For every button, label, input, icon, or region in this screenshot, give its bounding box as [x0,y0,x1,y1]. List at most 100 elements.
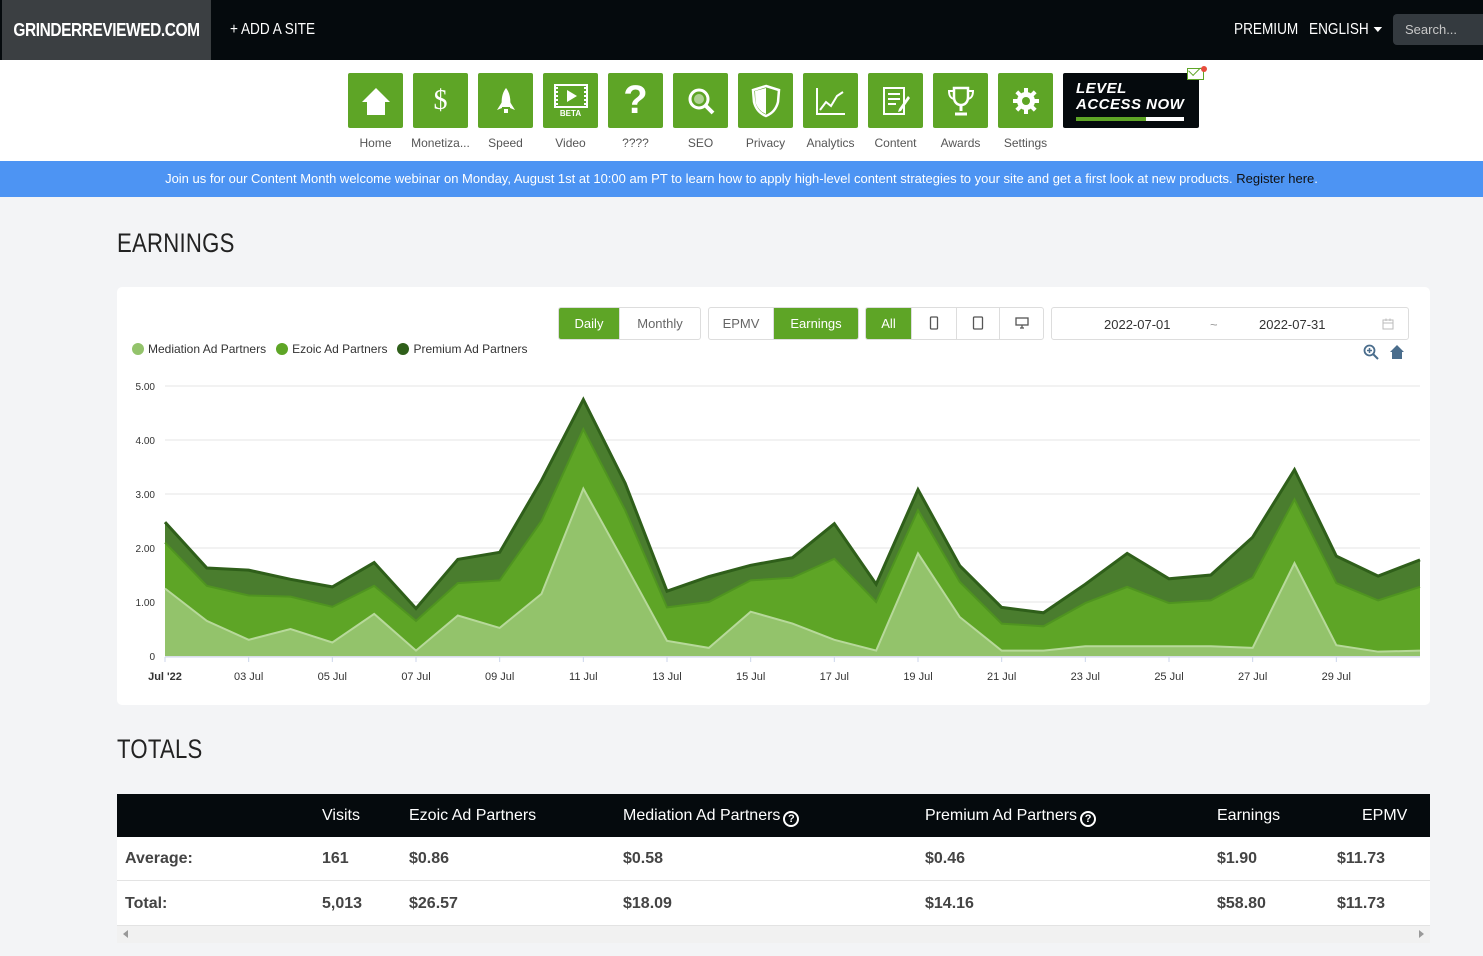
announcement-banner: Join us for our Content Month welcome we… [0,161,1483,197]
totals-header: Visits Ezoic Ad Partners Mediation Ad Pa… [117,794,1430,837]
level-line-2: ACCESS NOW [1076,96,1185,113]
header-ezoic: Ezoic Ad Partners [409,807,537,824]
table-row: Total: 5,013 $26.57 $18.09 $14.16 $58.80… [117,882,1430,926]
nav-label: Awards [940,136,981,150]
cell-mediation: $18.09 [623,895,672,912]
nav-label: Privacy [745,136,786,150]
notification-dot [1201,66,1207,72]
line-chart-icon [803,73,858,128]
scroll-left-icon[interactable] [123,930,128,938]
x-tick-label: 25 Jul [1154,671,1183,683]
x-tick-label: 13 Jul [652,671,681,683]
y-tick-label: 1.00 [136,598,156,609]
x-tick-label: 03 Jul [234,671,263,683]
nav-label: Settings [1003,136,1048,150]
row-label: Total: [125,895,168,912]
nav-label: ???? [622,136,649,150]
nav-label: Analytics [806,136,855,150]
earnings-title: EARNINGS [117,228,235,258]
help-icon[interactable]: ? [1080,811,1097,827]
nav-label: Content [874,136,917,150]
nav-privacy[interactable]: Privacy [733,73,798,150]
x-tick-label: 17 Jul [820,671,849,683]
x-tick-label: 29 Jul [1322,671,1351,683]
header-mediation: Mediation Ad Partners? [623,794,800,837]
trophy-icon [933,73,988,128]
y-tick-label: 2.00 [136,544,156,555]
x-tick-label: 23 Jul [1071,671,1100,683]
icon-nav: Home $ Monetiza... Speed BETA Video ? ??… [0,60,1483,161]
nav-monetization[interactable]: $ Monetiza... [408,73,473,150]
header-mediation-label: Mediation Ad Partners [623,807,781,824]
nav-awards[interactable]: Awards [928,73,993,150]
nav-label: SEO [687,136,714,150]
area-ezoic[interactable] [165,429,1420,656]
help-icon[interactable]: ? [783,811,800,827]
nav-analytics[interactable]: Analytics [798,73,863,150]
level-progress-bar [1076,117,1184,121]
add-site-link[interactable]: + ADD A SITE [230,0,315,60]
level-access-text: LEVEL ACCESS NOW [1076,81,1184,113]
x-tick-label: 11 Jul [569,671,598,683]
scroll-right-icon[interactable] [1419,930,1424,938]
x-tick-label: 27 Jul [1238,671,1267,683]
cell-ezoic: $0.86 [409,850,450,867]
beta-badge: BETA [559,108,582,118]
cell-visits: 161 [322,850,349,867]
header-premium: Premium Ad Partners? [925,794,1097,837]
level-access-button[interactable]: LEVEL ACCESS NOW [1063,73,1199,128]
site-brand[interactable]: GRINDERREVIEWED.COM [2,0,211,60]
x-tick-label: Jul '22 [148,671,182,683]
cell-epmv: $11.73 [1337,850,1386,867]
y-tick-label: 5.00 [136,382,156,393]
x-tick-label: 09 Jul [485,671,514,683]
language-dropdown[interactable]: ENGLISH [1309,0,1383,60]
nav-home[interactable]: Home [343,73,408,150]
shield-icon [738,73,793,128]
header-premium-label: Premium Ad Partners [925,807,1078,824]
home-icon [348,73,403,128]
level-progress-fill [1076,117,1147,121]
nav-mystery[interactable]: ? ???? [603,73,668,150]
banner-text: Join us for our Content Month welcome we… [165,171,1233,186]
cell-visits: 5,013 [322,895,363,912]
nav-video[interactable]: BETA Video [538,73,603,150]
x-tick-label: 21 Jul [987,671,1016,683]
earnings-area-chart: 0 1.00 2.00 3.00 4.00 5.00 Jul '22 03 Jul 05 Jul… [136,382,1421,683]
cell-mediation: $0.58 [623,850,664,867]
nav-label: Monetiza... [411,136,470,150]
totals-title: TOTALS [117,734,203,764]
header-earnings: Earnings [1217,807,1281,824]
horizontal-scrollbar[interactable] [117,926,1430,943]
nav-label: Video [555,136,586,150]
caret-down-icon [1373,27,1383,33]
nav-label: Speed [488,136,523,150]
y-tick-label: 0 [149,652,155,663]
dollar-icon: $ [413,73,468,128]
rocket-icon [478,73,533,128]
magnifier-icon [673,73,728,128]
nav-seo[interactable]: SEO [668,73,733,150]
header-visits: Visits [322,807,360,824]
gear-icon [998,73,1053,128]
banner-suffix: . [1314,171,1318,186]
nav-label: Home [359,136,392,150]
table-row: Average: 161 $0.86 $0.58 $0.46 $1.90 $11… [117,837,1430,881]
premium-link[interactable]: PREMIUM [1234,0,1298,60]
nav-speed[interactable]: Speed [473,73,538,150]
document-edit-icon [868,73,923,128]
nav-settings[interactable]: Settings [993,73,1058,150]
nav-content[interactable]: Content [863,73,928,150]
cell-ezoic: $26.57 [409,895,458,912]
search-input[interactable] [1393,14,1483,45]
cell-earnings: $58.80 [1217,895,1266,912]
cell-premium: $0.46 [925,850,966,867]
cell-epmv: $11.73 [1337,895,1386,912]
x-tick-label: 05 Jul [318,671,347,683]
totals-table: Visits Ezoic Ad Partners Mediation Ad Pa… [117,794,1430,926]
cell-premium: $14.16 [925,895,974,912]
x-tick-label: 15 Jul [736,671,765,683]
register-link[interactable]: Register here [1236,171,1314,186]
y-tick-label: 3.00 [136,490,156,501]
x-tick-label: 19 Jul [903,671,932,683]
